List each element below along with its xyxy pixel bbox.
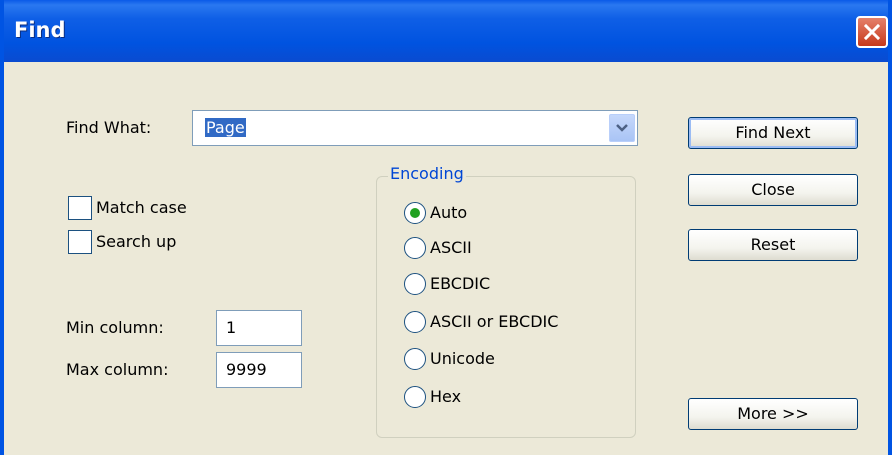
more-button[interactable]: More >>	[688, 398, 858, 430]
close-button[interactable]: Close	[688, 174, 858, 206]
chevron-down-icon	[616, 124, 628, 132]
close-icon	[863, 23, 881, 41]
radio-label-ebcdic[interactable]: EBCDIC	[430, 274, 490, 293]
find-next-button[interactable]: Find Next	[688, 117, 858, 149]
find-what-combobox[interactable]: Page	[192, 110, 638, 146]
radio-label-ascii[interactable]: ASCII	[430, 238, 472, 257]
radio-hex[interactable]	[404, 386, 426, 408]
title-bar[interactable]: Find	[4, 0, 888, 62]
window-title: Find	[14, 18, 66, 42]
radio-selected-dot	[410, 208, 420, 218]
max-column-label: Max column:	[66, 360, 169, 379]
match-case-label[interactable]: Match case	[96, 198, 187, 217]
radio-label-ascii-or-ebcdic[interactable]: ASCII or EBCDIC	[430, 312, 558, 331]
min-column-field[interactable]: 1	[216, 310, 302, 346]
close-window-button[interactable]	[856, 16, 888, 48]
radio-ebcdic[interactable]	[404, 273, 426, 295]
min-column-label: Min column:	[66, 318, 164, 337]
radio-label-auto[interactable]: Auto	[430, 203, 467, 222]
reset-button[interactable]: Reset	[688, 229, 858, 261]
max-column-field[interactable]: 9999	[216, 352, 302, 388]
radio-ascii[interactable]	[404, 237, 426, 259]
match-case-checkbox[interactable]	[68, 196, 92, 220]
find-what-input[interactable]: Page	[205, 118, 246, 137]
radio-auto[interactable]	[404, 202, 426, 224]
find-what-label: Find What:	[66, 118, 152, 137]
radio-unicode[interactable]	[404, 348, 426, 370]
encoding-legend: Encoding	[388, 164, 466, 183]
search-up-checkbox[interactable]	[68, 230, 92, 254]
radio-ascii-or-ebcdic[interactable]	[404, 311, 426, 333]
radio-label-unicode[interactable]: Unicode	[430, 349, 495, 368]
radio-label-hex[interactable]: Hex	[430, 387, 461, 406]
search-up-label[interactable]: Search up	[96, 232, 176, 251]
find-what-dropdown-button[interactable]	[609, 114, 635, 142]
